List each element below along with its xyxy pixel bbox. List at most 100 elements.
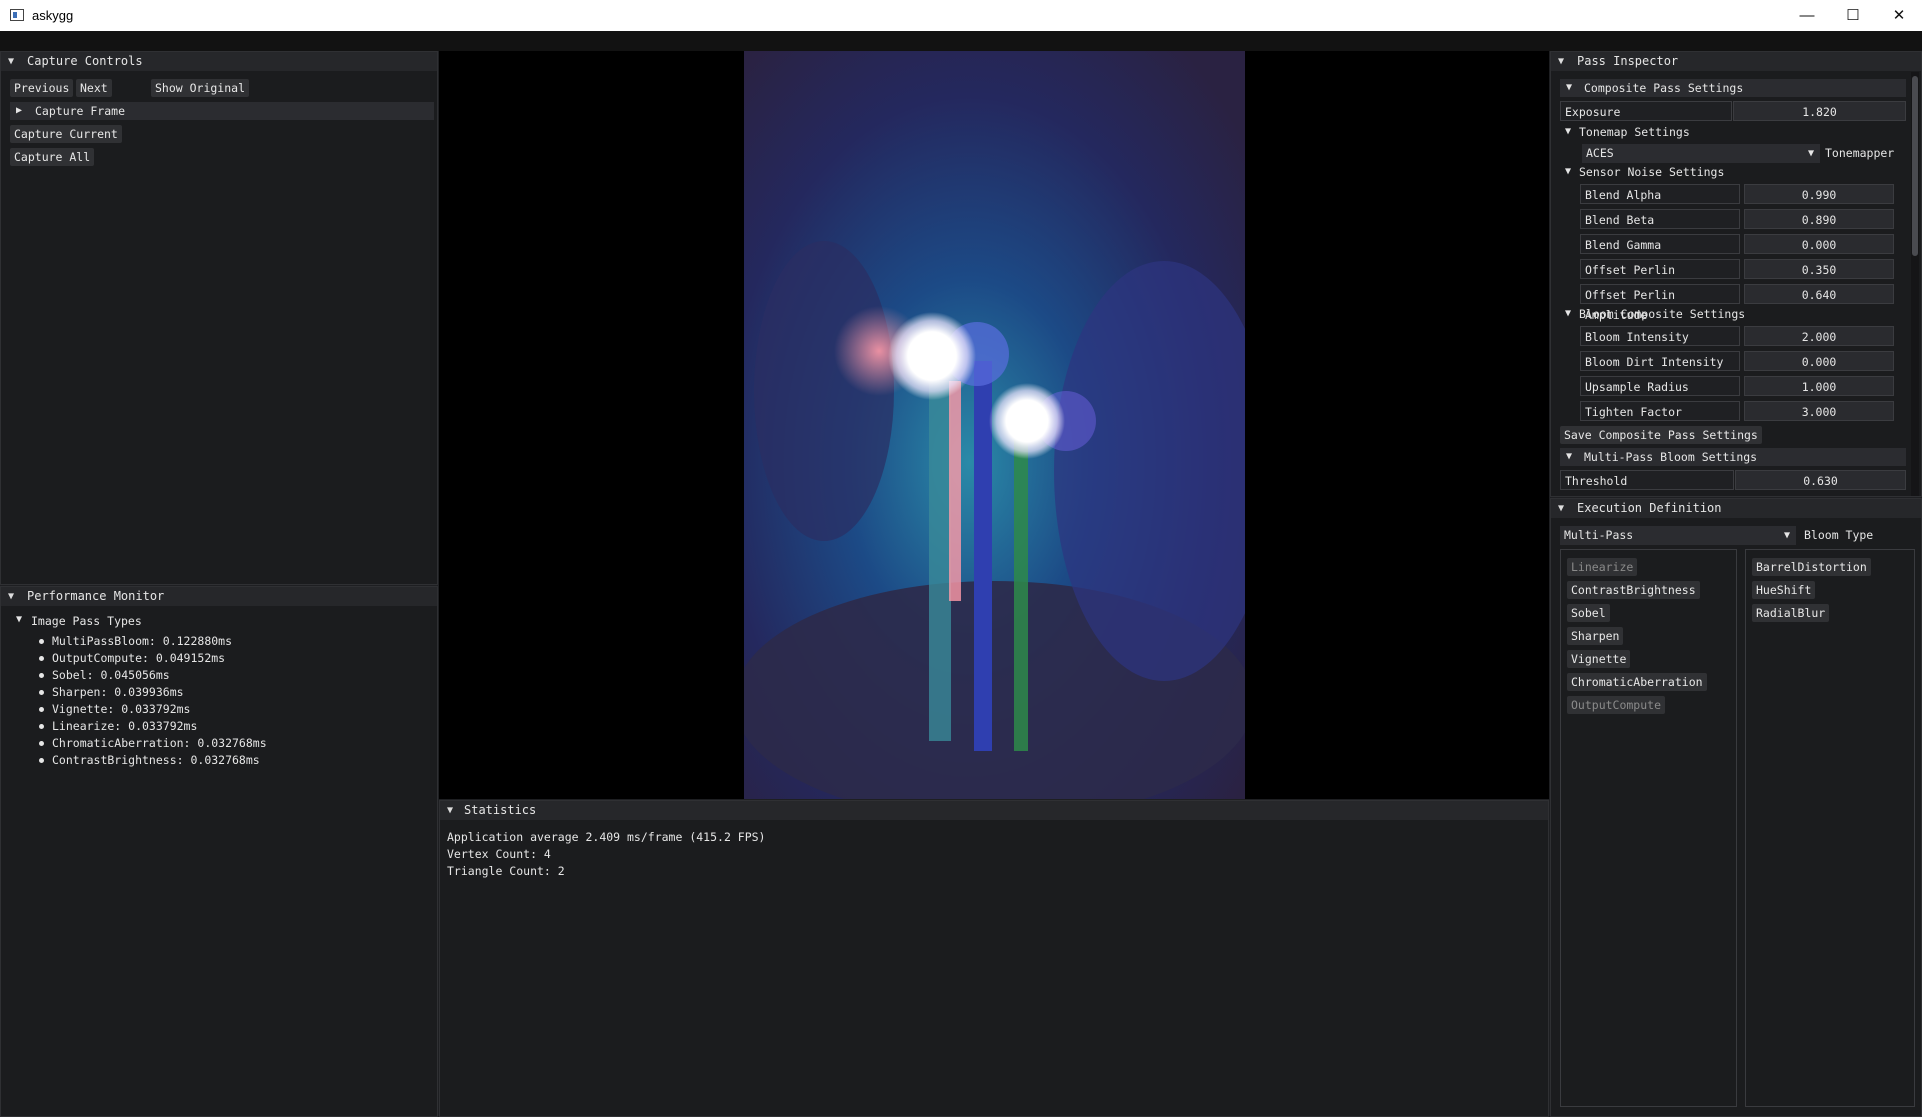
sensor-row[interactable]: Blend Alpha 0.990 xyxy=(1580,184,1900,204)
pass-item[interactable]: Linearize xyxy=(1567,558,1638,576)
pass-item[interactable]: Vignette xyxy=(1567,650,1631,668)
setting-label: Offset Perlin Amplitude xyxy=(1580,284,1740,322)
bloom-type-label: Bloom Type xyxy=(1804,528,1874,542)
render-viewport[interactable] xyxy=(439,51,1549,799)
capture-all-button[interactable]: Capture All xyxy=(10,148,95,166)
setting-slider[interactable]: 2.000 xyxy=(1744,326,1894,346)
collapse-arrow-icon[interactable]: ▼ xyxy=(1565,308,1571,319)
previous-button[interactable]: Previous xyxy=(10,79,74,97)
collapse-arrow-icon[interactable]: ▼ xyxy=(1565,126,1571,137)
setting-slider[interactable]: 0.990 xyxy=(1744,184,1894,204)
inspector-scrollbar[interactable] xyxy=(1911,72,1919,496)
show-original-button[interactable]: Show Original xyxy=(151,79,250,97)
panel-header[interactable]: ▼ Pass Inspector xyxy=(1551,52,1921,71)
collapse-arrow-icon[interactable]: ▼ xyxy=(1565,166,1571,177)
available-pass-item[interactable]: HueShift xyxy=(1752,581,1816,599)
scrollbar-thumb[interactable] xyxy=(1912,76,1918,256)
capture-current-button[interactable]: Capture Current xyxy=(10,125,122,143)
tonemapper-combo[interactable]: ACES ▼ xyxy=(1582,144,1820,163)
minimize-button[interactable]: — xyxy=(1784,0,1830,31)
pole-green xyxy=(1014,411,1028,751)
tonemapper-value: ACES xyxy=(1586,146,1614,160)
collapse-icon[interactable]: ▼ xyxy=(1558,499,1564,518)
available-passes-list[interactable]: BarrelDistortion HueShift RadialBlur xyxy=(1745,549,1915,1107)
sensor-noise-node[interactable]: Sensor Noise Settings xyxy=(1579,165,1724,179)
exposure-row[interactable]: Exposure 1.820 xyxy=(1560,101,1906,121)
setting-label: Upsample Radius xyxy=(1580,376,1740,396)
perf-item: Vignette: 0.033792ms xyxy=(52,702,191,716)
sensor-row[interactable]: Blend Gamma 0.000 xyxy=(1580,234,1900,254)
save-composite-button[interactable]: Save Composite Pass Settings xyxy=(1560,426,1762,444)
pass-item[interactable]: Sobel xyxy=(1567,604,1610,622)
pole-cyan xyxy=(929,381,951,741)
image-pass-types-node[interactable]: Image Pass Types xyxy=(31,614,142,628)
pole-pink xyxy=(949,381,961,601)
collapse-icon[interactable]: ▼ xyxy=(8,587,14,606)
bloom-composite-node[interactable]: Bloom Composite Settings xyxy=(1579,307,1745,321)
setting-slider[interactable]: 1.000 xyxy=(1744,376,1894,396)
multipass-bloom-header[interactable]: ▼ Multi-Pass Bloom Settings xyxy=(1560,448,1906,466)
execution-definition-panel: ▼ Execution Definition Multi-Pass ▼ Bloo… xyxy=(1550,498,1922,1117)
collapse-icon[interactable]: ▼ xyxy=(1558,52,1564,71)
tree-open-icon[interactable]: ▼ xyxy=(16,614,22,625)
bloom-row[interactable]: Tighten Factor 3.000 xyxy=(1580,401,1900,421)
bullet-icon xyxy=(39,690,44,695)
sensor-row[interactable]: Offset Perlin Amplitude 0.640 xyxy=(1580,284,1900,322)
dropdown-arrow-icon[interactable]: ▼ xyxy=(1808,144,1814,163)
pass-item[interactable]: Sharpen xyxy=(1567,627,1624,645)
pass-item[interactable]: ContrastBrightness xyxy=(1567,581,1700,599)
vertex-count-text: Vertex Count: 4 xyxy=(447,847,551,861)
fps-text: Application average 2.409 ms/frame (415.… xyxy=(447,830,766,844)
menu-bar xyxy=(0,31,1922,51)
setting-slider[interactable]: 0.000 xyxy=(1744,234,1894,254)
pass-item[interactable]: ChromaticAberration xyxy=(1567,673,1707,691)
capture-frame-tree[interactable]: ▶ Capture Frame xyxy=(10,102,434,120)
composite-pass-header[interactable]: ▼ Composite Pass Settings xyxy=(1560,79,1906,97)
capture-frame-label: Capture Frame xyxy=(35,104,126,118)
collapse-icon[interactable]: ▼ xyxy=(8,52,14,71)
bloom-row[interactable]: Bloom Dirt Intensity 0.000 xyxy=(1580,351,1900,371)
exposure-slider[interactable]: 1.820 xyxy=(1733,101,1906,121)
setting-slider[interactable]: 0.640 xyxy=(1744,284,1894,304)
available-pass-item[interactable]: BarrelDistortion xyxy=(1752,558,1871,576)
setting-slider[interactable]: 0.350 xyxy=(1744,259,1894,279)
pass-item[interactable]: OutputCompute xyxy=(1567,696,1666,714)
pass-inspector-panel: ▼ Pass Inspector ▼ Composite Pass Settin… xyxy=(1550,51,1922,497)
dropdown-arrow-icon[interactable]: ▼ xyxy=(1784,526,1790,545)
next-button[interactable]: Next xyxy=(76,79,112,97)
bloom-row[interactable]: Bloom Intensity 2.000 xyxy=(1580,326,1900,346)
perf-item: ChromaticAberration: 0.032768ms xyxy=(52,736,267,750)
sensor-row[interactable]: Blend Beta 0.890 xyxy=(1580,209,1900,229)
window-title: askygg xyxy=(32,8,74,23)
threshold-row[interactable]: Threshold 0.630 xyxy=(1560,470,1906,490)
threshold-slider[interactable]: 0.630 xyxy=(1735,470,1906,490)
close-button[interactable]: ✕ xyxy=(1876,0,1922,31)
exposure-label: Exposure xyxy=(1560,101,1732,121)
lamp-left xyxy=(888,312,976,400)
perf-item: ContrastBrightness: 0.032768ms xyxy=(52,753,260,767)
setting-slider[interactable]: 0.890 xyxy=(1744,209,1894,229)
panel-header[interactable]: ▼ Performance Monitor xyxy=(1,587,437,606)
setting-slider[interactable]: 3.000 xyxy=(1744,401,1894,421)
bullet-icon xyxy=(39,707,44,712)
setting-label: Offset Perlin Frequency xyxy=(1580,259,1740,297)
setting-slider[interactable]: 0.000 xyxy=(1744,351,1894,371)
available-pass-item[interactable]: RadialBlur xyxy=(1752,604,1830,622)
setting-label: Bloom Intensity xyxy=(1580,326,1740,346)
tonemap-settings-node[interactable]: Tonemap Settings xyxy=(1579,125,1690,139)
active-passes-list[interactable]: Linearize ContrastBrightness Sobel Sharpen V… xyxy=(1560,549,1737,1107)
bloom-row[interactable]: Upsample Radius 1.000 xyxy=(1580,376,1900,396)
bloom-type-combo[interactable]: Multi-Pass ▼ xyxy=(1560,526,1796,545)
setting-label: Bloom Dirt Intensity xyxy=(1580,351,1740,371)
sensor-row[interactable]: Offset Perlin Frequency0.350 xyxy=(1580,259,1900,297)
triangle-count-text: Triangle Count: 2 xyxy=(447,864,565,878)
performance-monitor-panel: ▼ Performance Monitor ▼ Image Pass Types… xyxy=(0,586,438,1117)
panel-header[interactable]: ▼ Execution Definition xyxy=(1551,499,1921,518)
maximize-button[interactable]: ☐ xyxy=(1830,0,1876,31)
collapse-icon[interactable]: ▼ xyxy=(447,801,453,820)
setting-label: Blend Beta xyxy=(1580,209,1740,229)
bullet-icon xyxy=(39,741,44,746)
lamp-right xyxy=(989,383,1065,459)
panel-header[interactable]: ▼ Capture Controls xyxy=(1,52,437,71)
panel-header[interactable]: ▼ Statistics xyxy=(440,801,1548,820)
